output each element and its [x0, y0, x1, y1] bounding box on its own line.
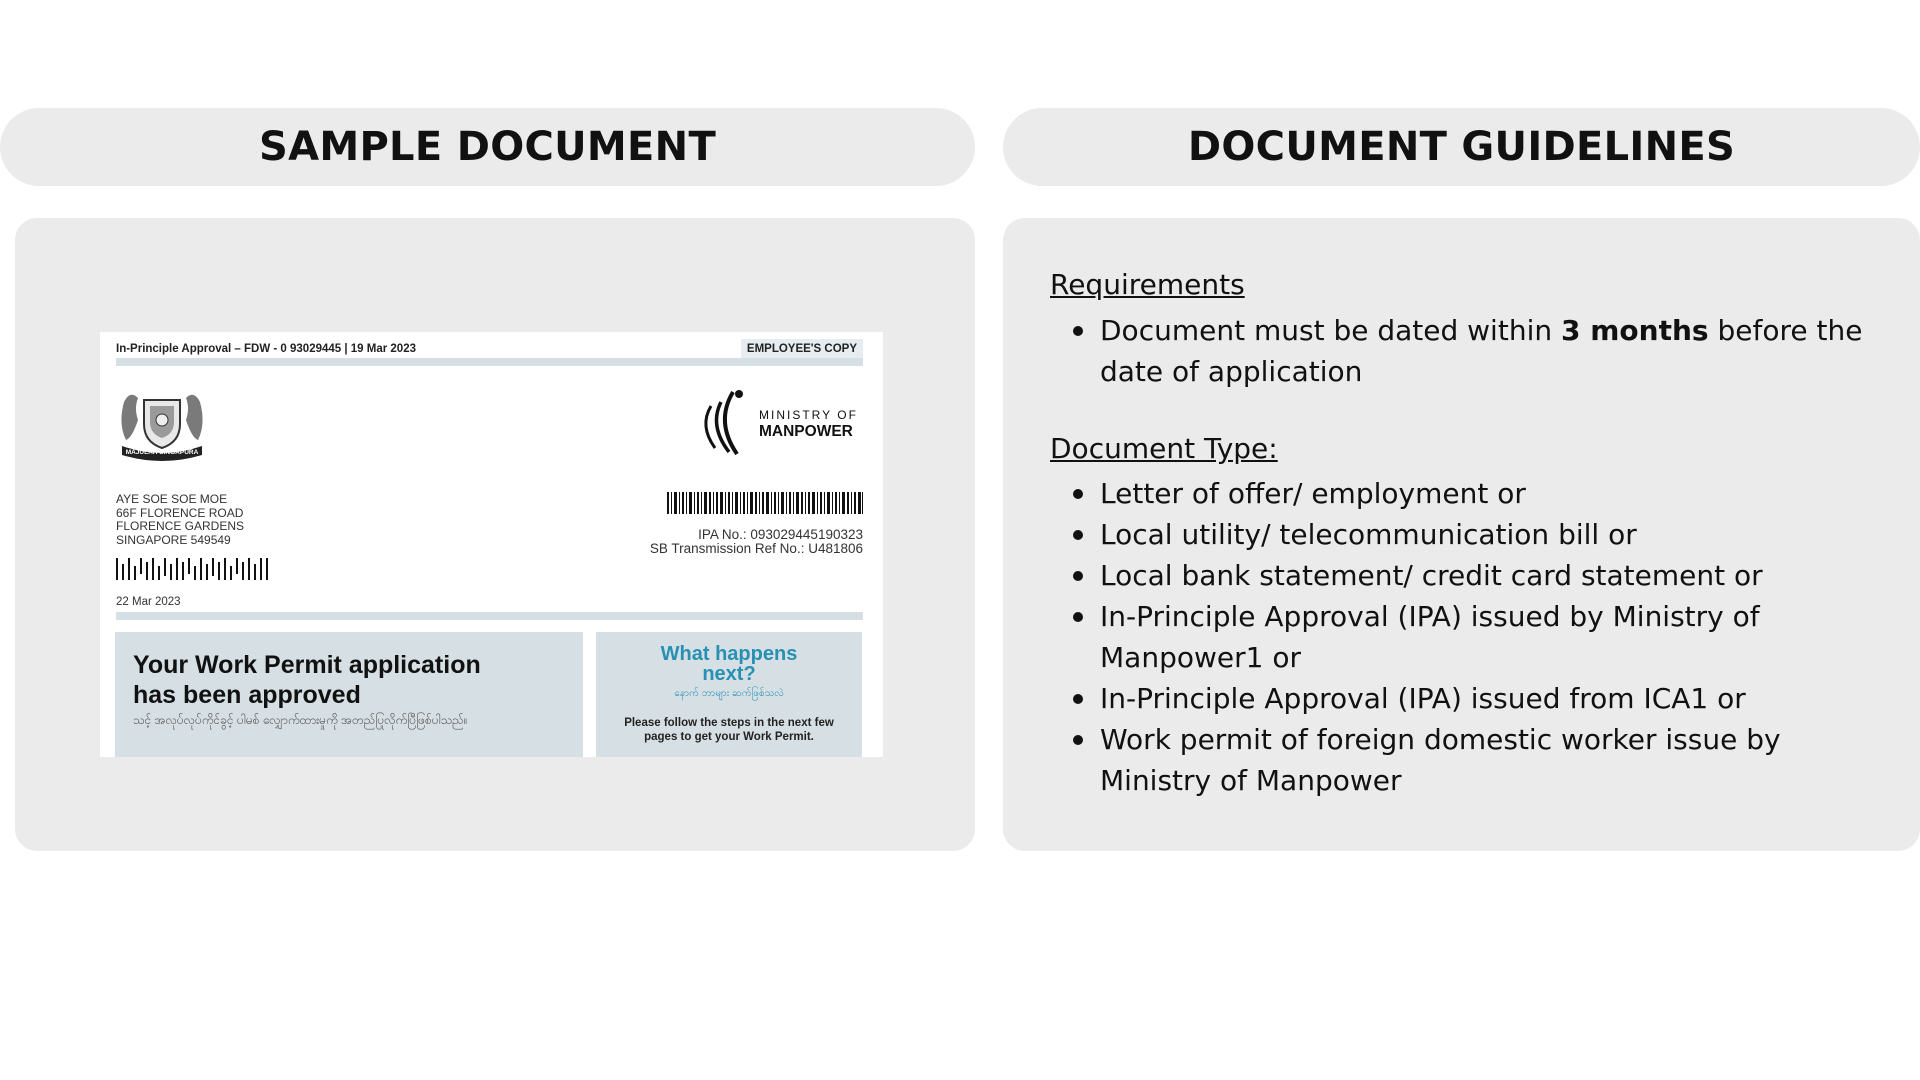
bullet-icon	[1073, 571, 1083, 581]
next-steps-box: What happens next? နောက် ဘာများ ဆက်ဖြစ်သ…	[596, 632, 862, 757]
document-barcode	[667, 492, 863, 514]
approval-reference: In-Principle Approval – FDW - 0 93029445…	[116, 343, 416, 355]
list-item: Local utility/ telecommunication bill or	[1073, 514, 1900, 555]
sample-document-image: In-Principle Approval – FDW - 0 93029445…	[100, 332, 883, 757]
divider-bar	[116, 612, 863, 620]
singapore-crest-logo: MAJULAH SINGAPURA	[121, 394, 203, 461]
sb-transmission-ref: SB Transmission Ref No.: U481806	[649, 541, 863, 556]
document-guidelines-header: DOCUMENT GUIDELINES	[1003, 108, 1920, 186]
bullet-icon	[1073, 326, 1083, 336]
recipient-address: AYE SOE SOE MOE 66F FLORENCE ROAD FLOREN…	[116, 492, 245, 547]
document-type-list: Letter of offer/ employment or Local uti…	[1073, 473, 1900, 801]
crest-motto: MAJULAH SINGAPURA	[126, 449, 199, 456]
bullet-icon	[1073, 735, 1083, 745]
address-line: SINGAPORE 549549	[116, 532, 231, 547]
next-steps-myanmar: နောက် ဘာများ ဆက်ဖြစ်သလဲ	[674, 688, 784, 699]
divider-bar	[116, 358, 863, 366]
next-steps-heading: What happens next?	[660, 643, 798, 685]
list-item: Work permit of foreign domestic worker i…	[1073, 719, 1900, 801]
employee-copy-tag: EMPLOYEE'S COPY	[740, 339, 863, 359]
next-steps-instructions: Please follow the steps in the next few …	[624, 717, 834, 743]
three-months-emphasis: 3 months	[1561, 314, 1709, 347]
approval-heading: Your Work Permit application has been ap…	[133, 651, 481, 709]
requirements-title: Requirements	[1050, 268, 1245, 301]
approval-heading-box: Your Work Permit application has been ap…	[115, 632, 583, 757]
list-item: In-Principle Approval (IPA) issued by Mi…	[1073, 596, 1900, 678]
postal-barcode	[116, 558, 268, 580]
address-line: AYE SOE SOE MOE	[116, 492, 228, 506]
bullet-icon	[1073, 489, 1083, 499]
logo-ministry-of: MINISTRY OF	[759, 408, 858, 422]
ministry-of-manpower-logo: MINISTRY OF MANPOWER	[704, 390, 858, 456]
document-type-title: Document Type:	[1050, 432, 1278, 465]
approval-heading-myanmar: သင့် အလုပ်လုပ်ကိုင်ခွင့် ပါမစ် လျှောက်ထာ…	[133, 713, 468, 727]
sample-document-header: SAMPLE DOCUMENT	[0, 108, 975, 186]
ipa-number: IPA No.: 093029445190323	[698, 527, 863, 542]
requirements-list: Document must be dated within 3 months b…	[1073, 310, 1900, 392]
bullet-icon	[1073, 694, 1083, 704]
letter-date: 22 Mar 2023	[116, 596, 181, 608]
list-item: In-Principle Approval (IPA) issued from …	[1073, 678, 1900, 719]
address-line: 66F FLORENCE ROAD	[116, 505, 244, 520]
bullet-icon	[1073, 530, 1083, 540]
ipa-reference-block: IPA No.: 093029445190323 SB Transmission…	[650, 528, 863, 556]
list-item: Document must be dated within 3 months b…	[1073, 310, 1900, 392]
logo-manpower: MANPOWER	[759, 423, 853, 440]
list-item: Local bank statement/ credit card statem…	[1073, 555, 1900, 596]
list-item: Letter of offer/ employment or	[1073, 473, 1900, 514]
bullet-icon	[1073, 612, 1083, 622]
address-line: FLORENCE GARDENS	[116, 519, 245, 533]
